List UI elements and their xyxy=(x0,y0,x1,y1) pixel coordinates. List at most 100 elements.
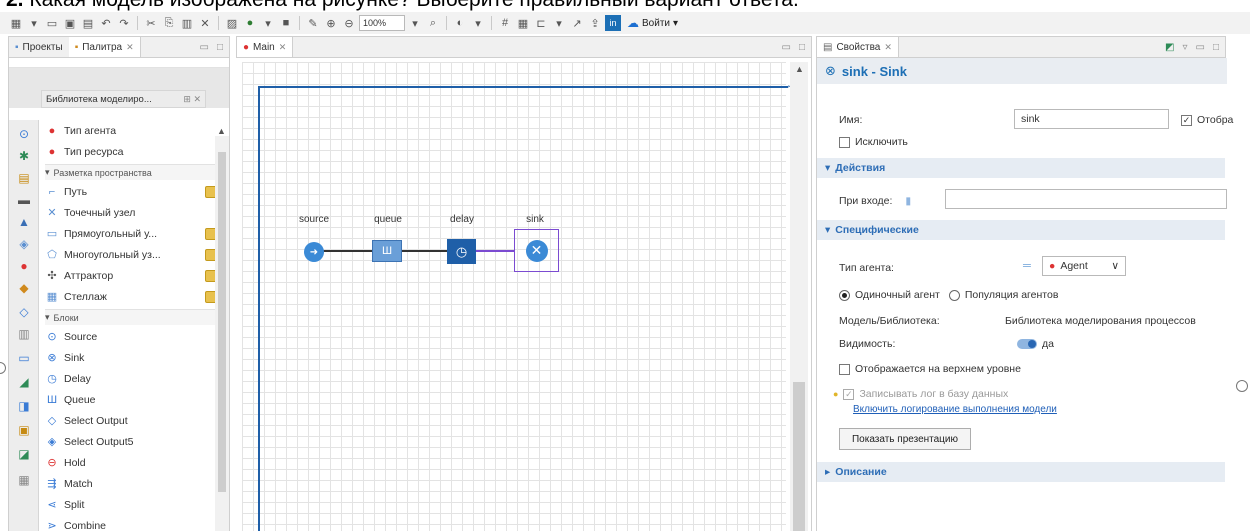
palette-item-agent-type[interactable]: ● Тип агента xyxy=(45,120,217,141)
enable-log-link[interactable]: Включить логирование выполнения модели xyxy=(853,404,1057,415)
section-description[interactable]: ▸ Описание xyxy=(817,462,1225,482)
palette-scrollbar-thumb[interactable] xyxy=(218,152,226,492)
section-space-markup[interactable]: ▾ Разметка пространства xyxy=(45,164,217,180)
radio-agent-population[interactable] xyxy=(948,289,960,301)
login-button[interactable]: ☁ Войти ▾ xyxy=(627,16,678,30)
sink-block[interactable]: ✕ xyxy=(525,239,548,262)
scroll-up-icon[interactable]: ▲ xyxy=(217,126,226,136)
sink-block-selection[interactable]: ✕ xyxy=(514,229,559,272)
log-checkbox[interactable]: ● ✓ Записывать лог в базу данных xyxy=(833,388,1008,400)
analysis-icon[interactable]: ▥ xyxy=(16,326,32,342)
connector-icon[interactable]: ⊏ xyxy=(533,15,549,31)
palette-item-match[interactable]: ⇶ Match xyxy=(45,473,217,494)
new-window-icon[interactable]: ◩ xyxy=(1165,42,1174,53)
build-icon[interactable]: ▨ xyxy=(224,15,240,31)
checkbox-checked-icon[interactable]: ✓ xyxy=(1181,114,1192,126)
zoom-out-icon[interactable]: ⊖ xyxy=(341,15,357,31)
connector-dropdown-icon[interactable]: ▾ xyxy=(551,15,567,31)
section-actions[interactable]: ▾ Действия xyxy=(817,158,1225,178)
tab-palette[interactable]: ▪ Палитра ✕ xyxy=(68,37,141,57)
run-icon[interactable]: ● xyxy=(242,15,258,31)
checkbox-unchecked-icon[interactable] xyxy=(839,363,850,375)
undo-icon[interactable]: ↶ xyxy=(98,15,114,31)
copy-icon[interactable]: ⎘ xyxy=(161,15,177,31)
static-value-icon[interactable]: ═ xyxy=(1023,260,1031,272)
checkbox-unchecked-icon[interactable] xyxy=(839,136,850,148)
palette-item-resource-type[interactable]: ● Тип ресурса xyxy=(45,141,217,162)
tab-properties[interactable]: ▤ Свойства ✕ xyxy=(817,37,899,57)
presentation-icon[interactable]: ◆ xyxy=(16,280,32,296)
canvas-scrollbar-thumb[interactable] xyxy=(793,382,805,531)
grid-icon[interactable]: # xyxy=(497,15,513,31)
palette-item-sink[interactable]: ⊗ Sink xyxy=(45,347,217,368)
library-tab-controls-icon[interactable]: ⊞ ✕ xyxy=(183,94,201,105)
tab-main[interactable]: ● Main ✕ xyxy=(237,37,294,57)
save-all-icon[interactable]: ▤ xyxy=(80,15,96,31)
agent-dropdown-icon[interactable]: ▾ xyxy=(470,15,486,31)
run-dropdown-icon[interactable]: ▾ xyxy=(260,15,276,31)
export-icon[interactable]: ↗ xyxy=(569,15,585,31)
palette-item-select-output5[interactable]: ◈ Select Output5 xyxy=(45,431,217,452)
exclude-checkbox[interactable]: Исключить xyxy=(839,136,908,148)
system-dynamics-icon[interactable]: ◪ xyxy=(16,446,32,462)
maximize-icon[interactable]: □ xyxy=(1213,42,1219,53)
save-icon[interactable]: ▣ xyxy=(62,15,78,31)
minimize-icon[interactable]: ▭ xyxy=(200,42,209,53)
zoom-combo[interactable]: 100% xyxy=(359,15,405,31)
fluid-library-icon[interactable]: ▲ xyxy=(16,214,32,230)
pedestrian-library-icon[interactable]: ✱ xyxy=(16,148,32,164)
close-icon[interactable]: ✕ xyxy=(279,42,287,53)
palette-item-path[interactable]: ⌐ Путь xyxy=(45,181,217,202)
agent-icon[interactable]: ◐ xyxy=(452,15,468,31)
delete-icon[interactable]: ✕ xyxy=(197,15,213,31)
library-tab[interactable]: Библиотека моделиро... ⊞ ✕ xyxy=(41,90,206,108)
linkedin-icon[interactable]: in xyxy=(605,15,621,31)
wand-icon[interactable]: ✎ xyxy=(305,15,321,31)
connector-delay-sink[interactable] xyxy=(476,250,514,252)
palette-item-queue[interactable]: Ш Queue xyxy=(45,389,217,410)
layout-icon[interactable]: ▦ xyxy=(515,15,531,31)
scroll-up-icon[interactable]: ▲ xyxy=(795,64,804,74)
resize-handle-icon[interactable] xyxy=(0,362,6,374)
name-input[interactable]: sink xyxy=(1014,109,1169,129)
palette-item-delay[interactable]: ◷ Delay xyxy=(45,368,217,389)
palette-item-point-node[interactable]: ✕ Точечный узел xyxy=(45,202,217,223)
section-blocks[interactable]: ▾ Блоки xyxy=(45,309,217,325)
queue-block[interactable]: Ш xyxy=(372,240,402,262)
palette-scrollbar[interactable] xyxy=(215,136,229,531)
new-icon[interactable]: ▦ xyxy=(8,15,24,31)
redo-icon[interactable]: ↷ xyxy=(116,15,132,31)
close-icon[interactable]: ✕ xyxy=(126,42,134,53)
canvas-scrollbar[interactable]: ▲ xyxy=(790,62,808,531)
palette-item-split[interactable]: ⋖ Split xyxy=(45,494,217,515)
maximize-icon[interactable]: □ xyxy=(799,42,805,53)
main-editor-canvas[interactable]: → source queue delay sink ➜ Ш ◷ ✕ ▲ xyxy=(236,58,812,531)
road-library-icon[interactable]: ▬ xyxy=(16,192,32,208)
connector-queue-delay[interactable] xyxy=(402,250,447,252)
palette-item-rack[interactable]: ▦ Стеллаж xyxy=(45,286,217,307)
zoom-in-icon[interactable]: ⊕ xyxy=(323,15,339,31)
visibility-toggle[interactable]: да xyxy=(1017,338,1054,350)
agent-type-select[interactable]: ● Agent ∨ xyxy=(1042,256,1126,276)
show-name-checkbox[interactable]: ✓ Отобра xyxy=(1181,114,1233,126)
maximize-icon[interactable]: □ xyxy=(217,42,223,53)
stop-icon[interactable]: ■ xyxy=(278,15,294,31)
palette-item-rect-node[interactable]: ▭ Прямоугольный у... xyxy=(45,223,217,244)
resize-handle-icon[interactable] xyxy=(1236,380,1248,392)
show-presentation-button[interactable]: Показать презентацию xyxy=(839,428,971,450)
process-library-icon[interactable]: ⊙ xyxy=(16,126,32,142)
minimize-icon[interactable]: ▭ xyxy=(782,42,791,53)
connector-source-queue[interactable] xyxy=(323,250,373,252)
palette-item-source[interactable]: ⊙ Source xyxy=(45,326,217,347)
rail-library-icon[interactable]: ▤ xyxy=(16,170,32,186)
agent-library-icon[interactable]: ● xyxy=(16,258,32,274)
palette-item-combine[interactable]: ⋗ Combine xyxy=(45,515,217,531)
close-icon[interactable]: ✕ xyxy=(884,42,892,53)
delay-block[interactable]: ◷ xyxy=(447,239,476,264)
dropdown-arrow-icon[interactable]: ▾ xyxy=(26,15,42,31)
statechart-icon[interactable]: ◇ xyxy=(16,304,32,320)
palette-item-hold[interactable]: ⊖ Hold xyxy=(45,452,217,473)
on-enter-code-field[interactable] xyxy=(945,189,1227,209)
cut-icon[interactable]: ✂ xyxy=(143,15,159,31)
palette-item-attractor[interactable]: ✣ Аттрактор xyxy=(45,265,217,286)
